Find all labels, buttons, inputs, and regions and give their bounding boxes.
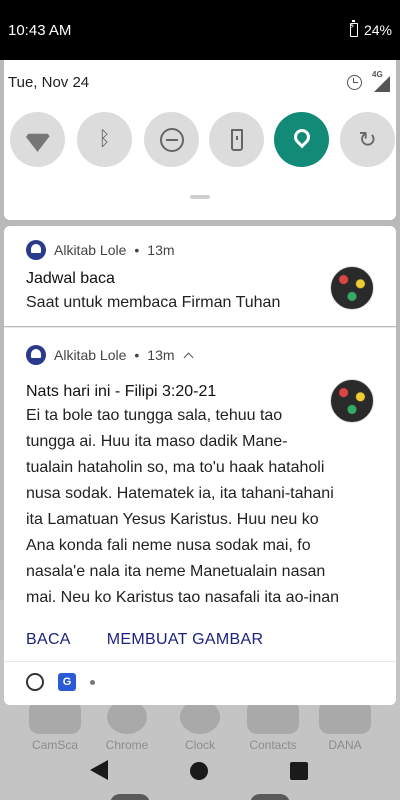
qs-drag-handle[interactable] bbox=[190, 195, 210, 199]
location-pin-icon bbox=[290, 125, 313, 148]
chrome-icon bbox=[107, 700, 147, 734]
signal-icon: 4G bbox=[370, 70, 390, 92]
status-right: 24% bbox=[349, 20, 392, 38]
notification-actions: BACA MEMBUAT GAMBAR bbox=[26, 631, 263, 649]
auto-rotate-icon: ↻ bbox=[358, 126, 377, 152]
more-notification-icons[interactable]: G bbox=[26, 673, 95, 691]
body-line: Ana konda fali neme nusa sodak mai, fo bbox=[26, 537, 311, 554]
membuat-gambar-button[interactable]: MEMBUAT GAMBAR bbox=[107, 631, 264, 649]
bluetooth-tile[interactable]: ᛒ bbox=[77, 112, 132, 167]
body-line: tualain hataholin so, ma to'u haak hatah… bbox=[26, 459, 325, 476]
quick-settings-panel: Tue, Nov 24 4G ᛒ ↻ bbox=[4, 60, 396, 220]
status-bar: 10:43 AM 24% bbox=[0, 0, 400, 60]
navigation-bar bbox=[0, 752, 400, 800]
cell-signal-icon bbox=[374, 76, 390, 92]
dnd-tile[interactable] bbox=[144, 112, 199, 167]
divider bbox=[4, 327, 396, 328]
battery-charging-icon bbox=[349, 20, 358, 37]
qs-tiles: ᛒ ↻ bbox=[8, 112, 395, 170]
notification-jadwal-baca[interactable]: Alkitab Lole • 13m Jadwal baca Saat untu… bbox=[4, 226, 396, 326]
notification-title: Jadwal baca bbox=[26, 270, 115, 287]
baca-button[interactable]: BACA bbox=[26, 631, 71, 649]
notification-time: 13m bbox=[147, 242, 175, 258]
app-thumbnail-icon bbox=[330, 266, 374, 310]
wifi-tile[interactable] bbox=[10, 112, 65, 167]
bluetooth-icon: ᛒ bbox=[98, 128, 111, 150]
location-tile[interactable] bbox=[274, 112, 329, 167]
notification-header: Alkitab Lole • 13m bbox=[26, 240, 175, 260]
notification-app-name: Alkitab Lole bbox=[54, 347, 127, 363]
clock-icon bbox=[180, 700, 220, 734]
qs-status-icons: 4G bbox=[347, 70, 390, 92]
separator-dot: • bbox=[134, 347, 140, 363]
dana-icon bbox=[319, 700, 371, 734]
flashlight-icon bbox=[230, 128, 243, 151]
flashlight-tile[interactable] bbox=[209, 112, 264, 167]
app-dana[interactable]: DANA bbox=[310, 700, 380, 752]
notification-header: Alkitab Lole • 13m bbox=[26, 345, 193, 365]
body-line: ita Lamatuan Yesus Karistus. Huu neu ko bbox=[26, 511, 319, 528]
app-contacts[interactable]: Contacts bbox=[238, 700, 308, 752]
more-dot-icon bbox=[90, 679, 95, 685]
battery-percent: 24% bbox=[363, 22, 392, 38]
notification-title: Nats hari ini - Filipi 3:20-21 bbox=[26, 383, 217, 400]
recents-icon[interactable] bbox=[290, 762, 308, 780]
body-line: nusa sodak. Hatematek ia, ita tahani-tah… bbox=[26, 485, 334, 502]
notification-time: 13m bbox=[147, 347, 175, 363]
contacts-icon bbox=[247, 700, 299, 734]
translate-icon: G bbox=[58, 673, 76, 691]
body-line: nasala'e nala ita neme Manetualain nasan bbox=[26, 563, 326, 580]
dock-icon-partial bbox=[110, 794, 150, 800]
back-icon[interactable] bbox=[90, 760, 108, 780]
body-line: mai. Neu ko Karistus tao nasafali ita ao… bbox=[26, 589, 340, 606]
divider bbox=[4, 661, 396, 662]
notification-nats-hari-ini[interactable]: Alkitab Lole • 13m Nats hari ini - Filip… bbox=[4, 327, 396, 705]
qs-date[interactable]: Tue, Nov 24 bbox=[8, 74, 89, 91]
app-clock[interactable]: Clock bbox=[165, 700, 235, 752]
auto-rotate-tile[interactable]: ↻ bbox=[340, 112, 395, 167]
app-bell-icon bbox=[26, 240, 46, 260]
chevron-up-icon[interactable] bbox=[183, 352, 193, 362]
status-time: 10:43 AM bbox=[8, 22, 72, 39]
wifi-icon bbox=[24, 126, 52, 154]
camscanner-icon bbox=[29, 700, 81, 734]
app-camscanner[interactable]: CamSca bbox=[20, 700, 90, 752]
body-line: tungga ai. Huu ita maso dadik Mane- bbox=[26, 433, 288, 450]
alarm-icon bbox=[347, 74, 362, 90]
notification-text: Saat untuk membaca Firman Tuhan bbox=[26, 294, 281, 311]
home-icon[interactable] bbox=[190, 762, 208, 780]
whatsapp-icon bbox=[26, 673, 44, 691]
notification-body: Ei ta bole tao tungga sala, tehuu tao tu… bbox=[26, 403, 339, 611]
app-bell-icon bbox=[26, 345, 46, 365]
do-not-disturb-icon bbox=[159, 127, 184, 152]
separator-dot: • bbox=[134, 242, 140, 258]
dock-icon-partial bbox=[250, 794, 290, 800]
app-chrome[interactable]: Chrome bbox=[92, 700, 162, 752]
notification-app-name: Alkitab Lole bbox=[54, 242, 127, 258]
body-line: Ei ta bole tao tungga sala, tehuu tao bbox=[26, 407, 283, 424]
